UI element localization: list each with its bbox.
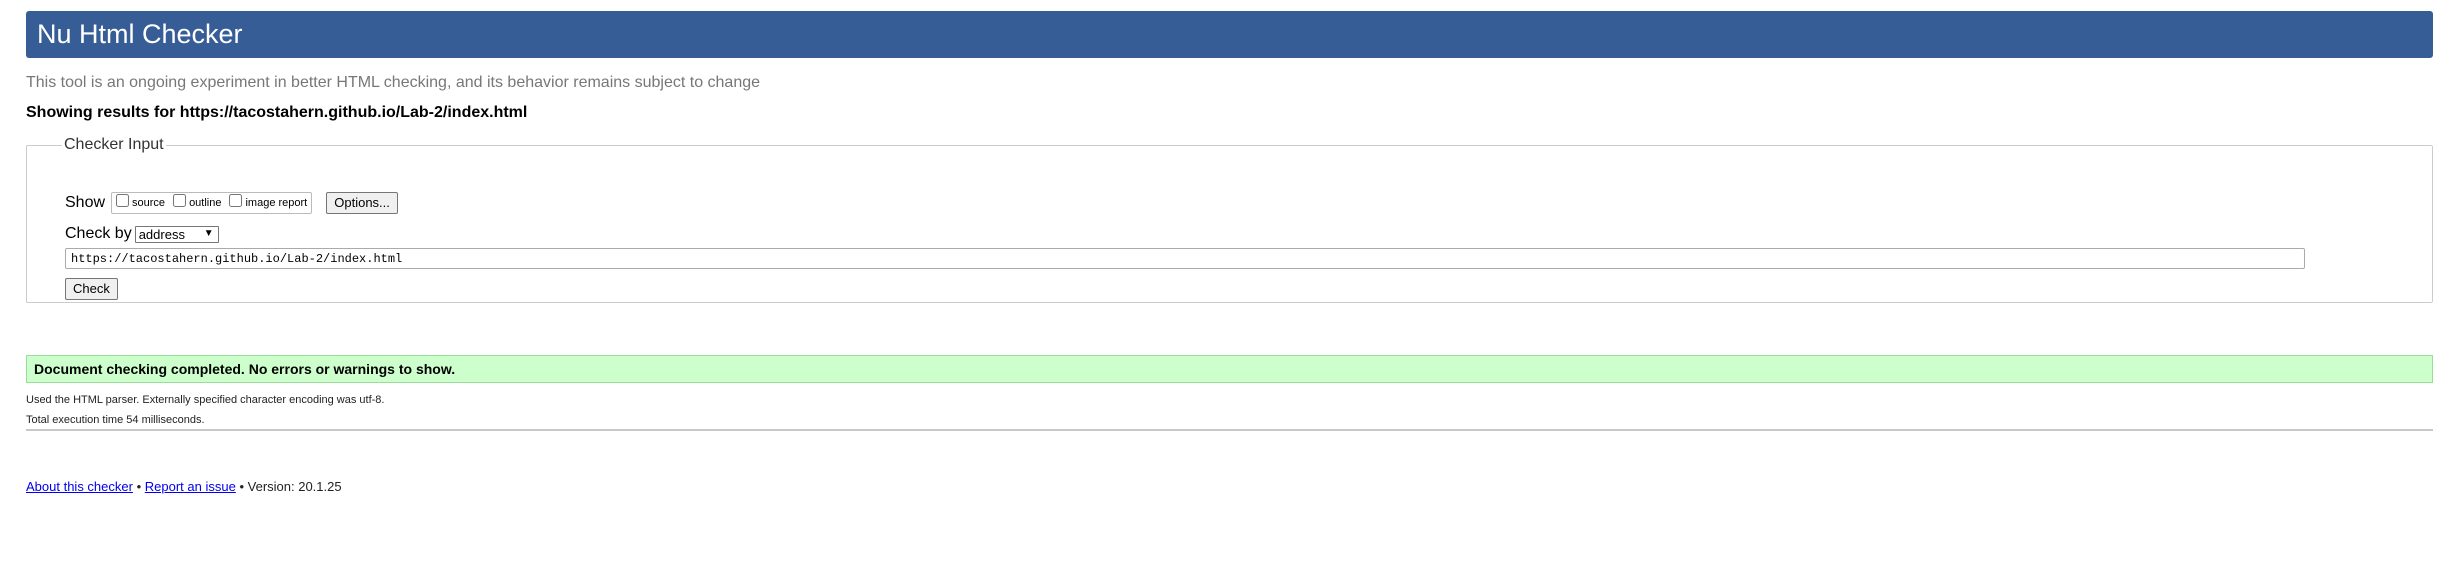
show-options-group: source outline image report [111, 192, 313, 214]
parser-info: Used the HTML parser. Externally specifi… [26, 394, 385, 406]
tagline: This tool is an ongoing experiment in be… [26, 74, 761, 91]
show-outline-checkbox[interactable] [173, 193, 187, 207]
url-input[interactable] [65, 248, 2305, 269]
about-checker-link[interactable]: About this checker [26, 479, 133, 494]
result-details: Used the HTML parser. Externally specifi… [26, 390, 384, 430]
options-button[interactable]: Options... [326, 192, 398, 214]
divider [26, 429, 2433, 431]
show-image-report-option[interactable]: image report [229, 193, 308, 210]
check-by-select[interactable]: address ▼ [134, 225, 219, 243]
check-button[interactable]: Check [65, 278, 118, 300]
execution-time: Total execution time 54 milliseconds. [26, 414, 205, 426]
show-source-label: source [132, 197, 166, 209]
dropdown-arrow-icon: ▼ [203, 227, 214, 239]
results-heading: Showing results for https://tacostahern.… [26, 104, 528, 121]
show-outline-option[interactable]: outline [173, 193, 222, 210]
check-by-row: Check by address ▼ [65, 225, 219, 243]
version-text: Version: 20.1.25 [247, 479, 342, 494]
success-message: Document checking completed. No errors o… [26, 355, 2433, 383]
page-title: Nu Html Checker [37, 19, 243, 49]
show-source-checkbox[interactable] [116, 193, 130, 207]
check-by-label: Check by [65, 225, 132, 242]
checker-input-legend: Checker Input [64, 136, 164, 153]
check-by-selected-value: address [138, 226, 185, 242]
show-image-report-label: image report [245, 197, 308, 209]
show-row: Show source outline image report Options… [65, 192, 398, 214]
checker-input-fieldset: Checker Input Show source outline image … [26, 136, 2433, 303]
show-image-report-checkbox[interactable] [229, 193, 243, 207]
show-label: Show [65, 194, 106, 211]
report-issue-link[interactable]: Report an issue [145, 479, 236, 494]
show-outline-label: outline [189, 197, 222, 209]
header-banner: Nu Html Checker [26, 11, 2433, 58]
footer: About this checker • Report an issue • V… [26, 479, 342, 494]
footer-separator: • [136, 479, 142, 494]
page: Nu Html Checker This tool is an ongoing … [0, 0, 2447, 577]
show-source-option[interactable]: source [116, 193, 166, 210]
footer-separator-2: • [239, 479, 245, 494]
